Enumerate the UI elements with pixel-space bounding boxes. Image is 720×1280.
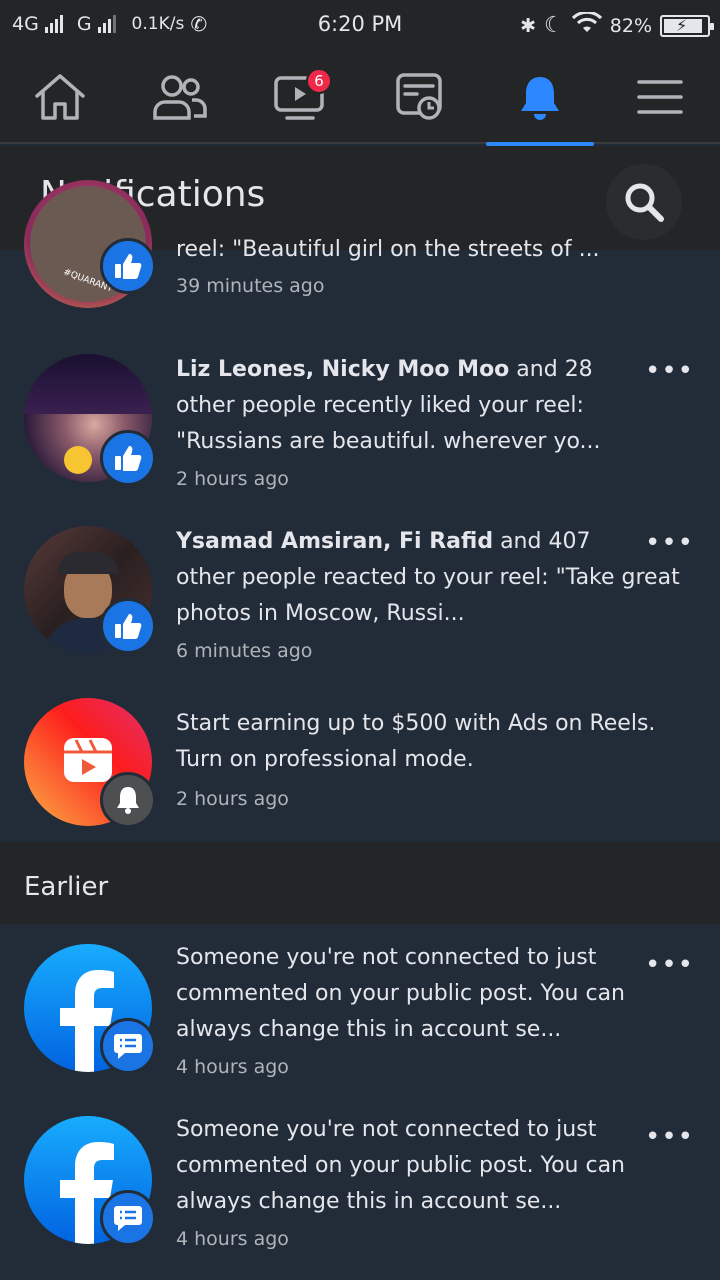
notification-time: 4 hours ago [176, 1056, 289, 1078]
status-bar: 4G G 0.1K/s ✆ 6:20 PM ✱ ☾ 82% ⚡ [0, 0, 720, 50]
bell-icon [117, 787, 139, 814]
thumbs-up-icon [115, 614, 142, 639]
section-title: Earlier [24, 872, 109, 902]
moon-icon: ☾ [544, 13, 564, 38]
battery-percent: 82% [609, 14, 652, 37]
notification-time: 6 minutes ago [176, 640, 313, 662]
like-badge [100, 430, 156, 486]
news-icon [396, 73, 442, 120]
nav-notifications[interactable] [480, 50, 600, 146]
battery-icon: ⚡ [660, 14, 714, 37]
notification-item[interactable]: Start earning up to $500 with Ads on Ree… [0, 690, 720, 840]
notification-text: Someone you're not connected to just com… [176, 945, 625, 1042]
comment-icon [114, 1034, 142, 1059]
notification-text: Someone you're not connected to just com… [176, 1117, 625, 1214]
notification-text-rest: other people reacted to your reel: "Take… [176, 565, 680, 626]
notification-time: 4 hours ago [176, 1228, 289, 1250]
thumbs-up-icon [115, 446, 142, 471]
search-icon [625, 183, 664, 222]
notification-actors: Liz Leones, Nicky Moo Moo [176, 357, 510, 382]
notification-time: 2 hours ago [176, 788, 289, 810]
more-options-button[interactable]: ••• [645, 950, 694, 980]
notification-time: 39 minutes ago [176, 275, 325, 297]
thumbs-up-icon [115, 254, 142, 279]
notification-time: 2 hours ago [176, 468, 289, 490]
friends-icon [153, 75, 207, 120]
notification-item[interactable]: Someone you're not connected to just com… [0, 936, 720, 1108]
bell-icon [521, 77, 559, 120]
notification-item[interactable]: Liz Leones, Nicky Moo Moo and 28 other p… [0, 346, 720, 518]
notification-text-rest: other people recently liked your reel: "… [176, 393, 601, 454]
notification-text-line1: and 28 [509, 357, 593, 382]
top-nav-bar: 6 [0, 50, 720, 146]
notification-item[interactable]: Ysamad Amsiran, Fi Rafid and 407 other p… [0, 518, 720, 690]
more-options-button[interactable]: ••• [645, 528, 694, 558]
notification-text: Ysamad Amsiran, Fi Rafid and 407 other p… [176, 524, 696, 632]
like-badge [100, 238, 156, 294]
bluetooth-icon: ✱ [520, 14, 537, 37]
notification-text: reel: "Beautiful girl on the streets of … [176, 237, 600, 262]
comment-badge [100, 1190, 156, 1246]
nav-friends[interactable] [120, 50, 240, 144]
like-badge [100, 598, 156, 654]
nav-home[interactable] [0, 50, 120, 144]
notification-actors: Ysamad Amsiran, Fi Rafid [176, 529, 494, 554]
notification-text: Start earning up to $500 with Ads on Ree… [176, 711, 656, 772]
section-header-earlier: Earlier [0, 842, 720, 924]
more-options-button[interactable]: ••• [645, 356, 694, 386]
more-options-button[interactable]: ••• [645, 1122, 694, 1152]
comment-badge [100, 1018, 156, 1074]
nav-menu[interactable] [600, 50, 720, 144]
nav-feeds[interactable] [360, 50, 480, 144]
search-button[interactable] [606, 164, 682, 240]
comment-icon [114, 1206, 142, 1231]
watch-badge: 6 [306, 68, 332, 94]
wifi-icon [571, 10, 602, 39]
nav-watch[interactable]: 6 [240, 50, 360, 144]
notification-item[interactable]: Someone you're not connected to just com… [0, 1108, 720, 1280]
home-icon [35, 74, 85, 120]
bell-badge [100, 772, 156, 828]
notification-text: Liz Leones, Nicky Moo Moo and 28 other p… [176, 352, 696, 460]
notification-item[interactable]: #QUARANT reel: "Beautiful girl on the st… [0, 180, 720, 330]
menu-icon [637, 80, 683, 114]
notification-text-line1: and 407 [493, 529, 591, 554]
